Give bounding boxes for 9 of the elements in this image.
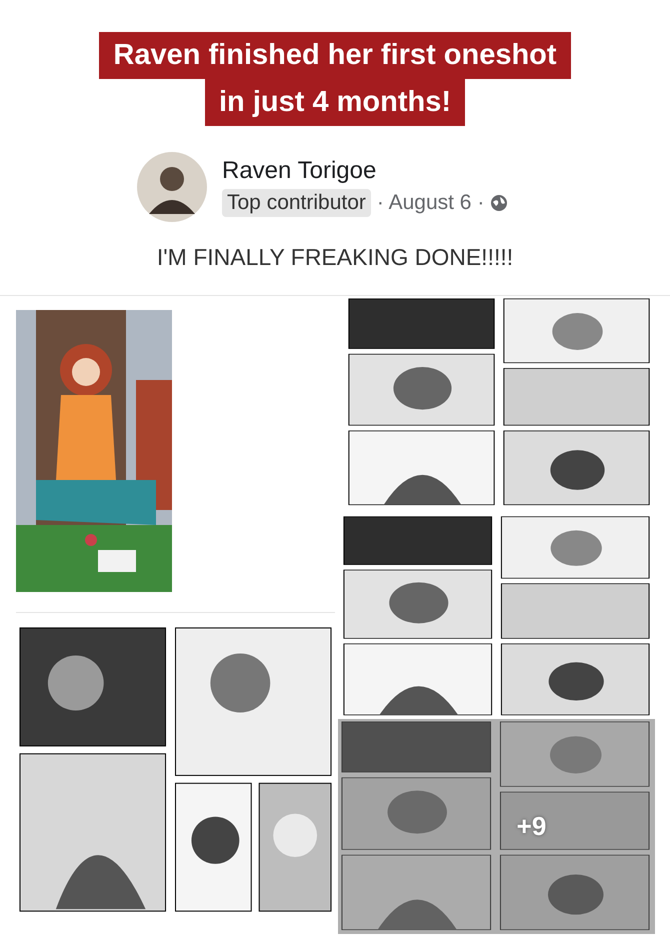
post-date[interactable]: · August 6 ·: [376, 191, 484, 215]
post-text: I'M FINALLY FREAKING DONE!!!!!: [156, 244, 514, 271]
more-photos-count[interactable]: +9: [516, 811, 546, 842]
headline-banner: in just 4 months!: [205, 79, 465, 126]
headline-banner: Raven finished her first oneshot: [99, 32, 571, 79]
globe-icon: [490, 194, 508, 212]
contributor-badge: Top contributor: [222, 189, 371, 217]
avatar[interactable]: [137, 152, 207, 222]
author-name[interactable]: Raven Torigoe: [222, 157, 508, 185]
